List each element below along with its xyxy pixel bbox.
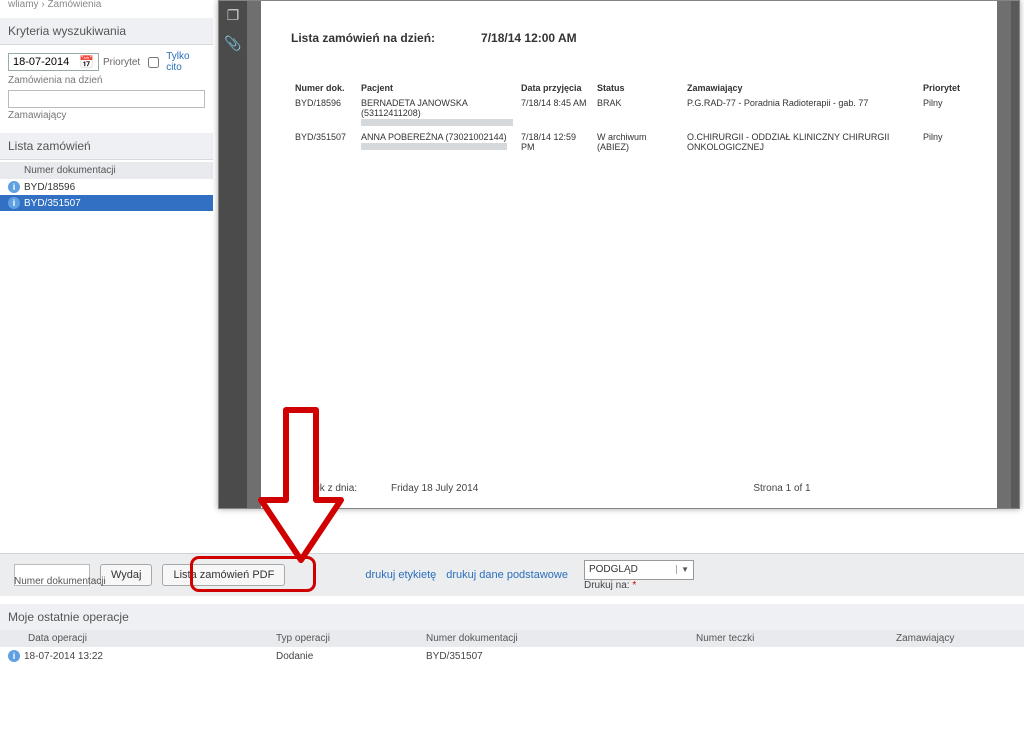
doc-number-hint: Numer dokumentacji xyxy=(14,576,106,587)
cell-doc: BYD/18596 xyxy=(291,95,357,129)
table-row[interactable]: i18-07-2014 13:22 Dodanie BYD/351507 xyxy=(0,647,1024,665)
info-icon: i xyxy=(8,650,20,662)
cell-status: W archiwum (ABIEZ) xyxy=(593,129,683,155)
col-admit: Data przyjęcia xyxy=(517,81,593,95)
table-header-row: Data operacji Typ operacji Numer dokumen… xyxy=(0,630,1024,647)
search-panel-header: Kryteria wyszukiwania xyxy=(0,18,213,45)
cell-op-doc: BYD/351507 xyxy=(418,647,688,665)
search-panel: Kryteria wyszukiwania 📅 Priorytet Tylko … xyxy=(0,18,213,127)
col-status: Status xyxy=(593,81,683,95)
cell-op-folder xyxy=(688,647,888,665)
date-hint: Zamówienia na dzień xyxy=(8,75,205,86)
recent-ops-table: Data operacji Typ operacji Numer dokumen… xyxy=(0,630,1024,665)
action-bar: Wydaj Lista zamówień PDF drukuj etykietę… xyxy=(0,553,1024,596)
pdf-pages-icon[interactable]: ❐ xyxy=(219,1,247,29)
printer-hint: Drukuj na: * xyxy=(584,580,636,591)
print-label-link[interactable]: drukuj etykietę xyxy=(365,569,436,581)
cell-priority: Pilny xyxy=(919,129,967,155)
pdf-page-container: Lista zamówień na dzień: 7/18/14 12:00 A… xyxy=(247,1,1011,508)
pdf-page: Lista zamówień na dzień: 7/18/14 12:00 A… xyxy=(261,1,997,508)
requester-hint: Zamawiający xyxy=(8,110,205,121)
pdf-title-value: 7/18/14 12:00 AM xyxy=(481,31,577,45)
annotation-arrow xyxy=(256,400,346,566)
cell-status: BRAK xyxy=(593,95,683,129)
col-op-folder: Numer teczki xyxy=(688,630,888,647)
cell-requester: O.CHIRURGII - ODDZIAŁ KLINICZNY CHIRURGI… xyxy=(683,129,919,155)
cell-op-type: Dodanie xyxy=(268,647,418,665)
pdf-title-label: Lista zamówień na dzień: xyxy=(291,31,435,45)
orders-list-column: Numer dokumentacji xyxy=(0,162,213,179)
printer-select[interactable]: PODGLĄD ▼ xyxy=(584,560,694,580)
calendar-icon[interactable]: 📅 xyxy=(77,55,96,69)
date-input[interactable] xyxy=(11,55,77,69)
cell-requester: P.G.RAD-77 - Poradnia Radioterapii - gab… xyxy=(683,95,919,129)
pdf-footer-page: Strona 1 of 1 xyxy=(707,483,857,494)
requester-input[interactable] xyxy=(8,90,205,108)
col-op-date: Data operacji xyxy=(0,630,268,647)
info-icon: i xyxy=(8,197,20,209)
cell-op-requester xyxy=(888,647,1024,665)
pdf-footer: Wydruk z dnia: Friday 18 July 2014 Stron… xyxy=(291,483,967,494)
col-patient: Pacjent xyxy=(357,81,517,95)
info-icon: i xyxy=(8,181,20,193)
cell-priority: Pilny xyxy=(919,95,967,129)
priority-label: Priorytet xyxy=(103,57,140,68)
pdf-sidebar-tools: ❐ 📎 xyxy=(219,1,247,508)
cell-admit: 7/18/14 8:45 AM xyxy=(517,95,593,129)
recent-ops-panel: Moje ostatnie operacje Data operacji Typ… xyxy=(0,604,1024,737)
orders-list-panel: Lista zamówień Numer dokumentacji i BYD/… xyxy=(0,133,213,211)
recent-ops-header: Moje ostatnie operacje xyxy=(0,604,1024,630)
printer-select-value: PODGLĄD xyxy=(589,564,638,575)
only-cito-label: Tylko cito xyxy=(166,51,205,73)
col-op-requester: Zamawiający xyxy=(888,630,1024,647)
pdf-scrollbar[interactable] xyxy=(1011,1,1019,508)
pdf-footer-date: Friday 18 July 2014 xyxy=(391,483,707,494)
breadcrumb: wliamy › Zamówienia xyxy=(0,0,213,18)
table-row: BYD/18596 BERNADETA JANOWSKA (5311241120… xyxy=(291,95,967,129)
print-basic-link[interactable]: drukuj dane podstawowe xyxy=(446,569,568,581)
col-op-type: Typ operacji xyxy=(268,630,418,647)
cell-doc: BYD/351507 xyxy=(291,129,357,155)
col-doc: Numer dok. xyxy=(291,81,357,95)
chevron-down-icon: ▼ xyxy=(676,565,689,574)
order-doc-id: BYD/351507 xyxy=(24,198,81,209)
orders-list-header: Lista zamówień xyxy=(0,133,213,160)
issue-button[interactable]: Wydaj xyxy=(100,564,152,586)
cell-patient: BERNADETA JANOWSKA (53112411208) xyxy=(357,95,517,129)
col-priority: Priorytet xyxy=(919,81,967,95)
cell-admit: 7/18/14 12:59 PM xyxy=(517,129,593,155)
order-doc-id: BYD/18596 xyxy=(24,182,75,193)
cell-patient: ANNA POBEREŻNA (73021002144) xyxy=(357,129,517,155)
date-field[interactable]: 📅 xyxy=(8,53,99,71)
cell-op-date: i18-07-2014 13:22 xyxy=(0,647,268,665)
col-requester: Zamawiający xyxy=(683,81,919,95)
pdf-orders-table: Numer dok. Pacjent Data przyjęcia Status… xyxy=(291,81,967,155)
col-op-doc: Numer dokumentacji xyxy=(418,630,688,647)
only-cito-checkbox[interactable] xyxy=(148,57,159,68)
orders-list-row[interactable]: i BYD/351507 xyxy=(0,195,213,211)
pdf-attach-icon[interactable]: 📎 xyxy=(219,29,247,57)
orders-list-row[interactable]: i BYD/18596 xyxy=(0,179,213,195)
table-row: BYD/351507 ANNA POBEREŻNA (73021002144) … xyxy=(291,129,967,155)
table-header-row: Numer dok. Pacjent Data przyjęcia Status… xyxy=(291,81,967,95)
